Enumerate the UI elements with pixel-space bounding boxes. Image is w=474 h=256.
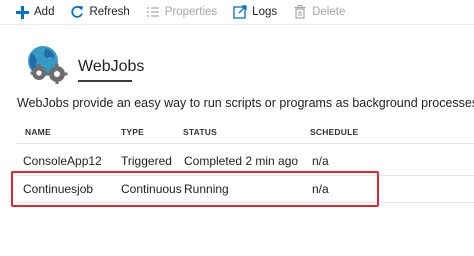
cell-schedule: n/a (312, 154, 329, 168)
toolbar-divider (0, 24, 474, 25)
cell-schedule: n/a (312, 182, 329, 196)
refresh-button[interactable]: Refresh (69, 0, 130, 24)
cell-status: Running (184, 182, 229, 196)
page-description: WebJobs provide an easy way to run scrip… (17, 96, 474, 110)
webjobs-logo-icon (26, 44, 70, 84)
column-header-name[interactable]: NAME (25, 127, 51, 137)
logs-button[interactable]: Logs (232, 0, 277, 24)
cell-type: Continuous (121, 182, 182, 196)
header-divider (17, 143, 474, 144)
delete-label: Delete (312, 6, 346, 18)
refresh-label: Refresh (89, 6, 130, 18)
webjobs-blade: Add Refresh Properties Logs Delete WebJo… (0, 0, 474, 256)
table-row[interactable]: Continuesjob Continuous Running n/a (17, 174, 474, 204)
column-header-schedule[interactable]: SCHEDULE (310, 127, 358, 137)
cell-type: Triggered (121, 154, 172, 168)
table-row[interactable]: ConsoleApp12 Triggered Completed 2 min a… (17, 146, 474, 176)
cell-name: Continuesjob (23, 182, 94, 196)
title-underline (78, 80, 132, 82)
logs-label: Logs (252, 6, 278, 18)
properties-icon (145, 4, 161, 20)
properties-label: Properties (164, 6, 218, 18)
cell-name: ConsoleApp12 (23, 154, 102, 168)
add-label: Add (34, 6, 55, 18)
logs-icon (232, 4, 248, 20)
add-button[interactable]: Add (14, 0, 54, 24)
trash-icon (292, 4, 308, 20)
properties-button[interactable]: Properties (145, 0, 217, 24)
cell-status: Completed 2 min ago (184, 154, 299, 168)
column-header-status[interactable]: STATUS (183, 127, 217, 137)
delete-button[interactable]: Delete (292, 0, 345, 24)
refresh-icon (69, 4, 85, 20)
column-header-type[interactable]: TYPE (121, 127, 144, 137)
plus-icon (14, 4, 30, 20)
command-bar: Add Refresh Properties Logs Delete (0, 0, 474, 24)
row-divider (17, 202, 474, 203)
page-title: WebJobs (78, 58, 145, 75)
